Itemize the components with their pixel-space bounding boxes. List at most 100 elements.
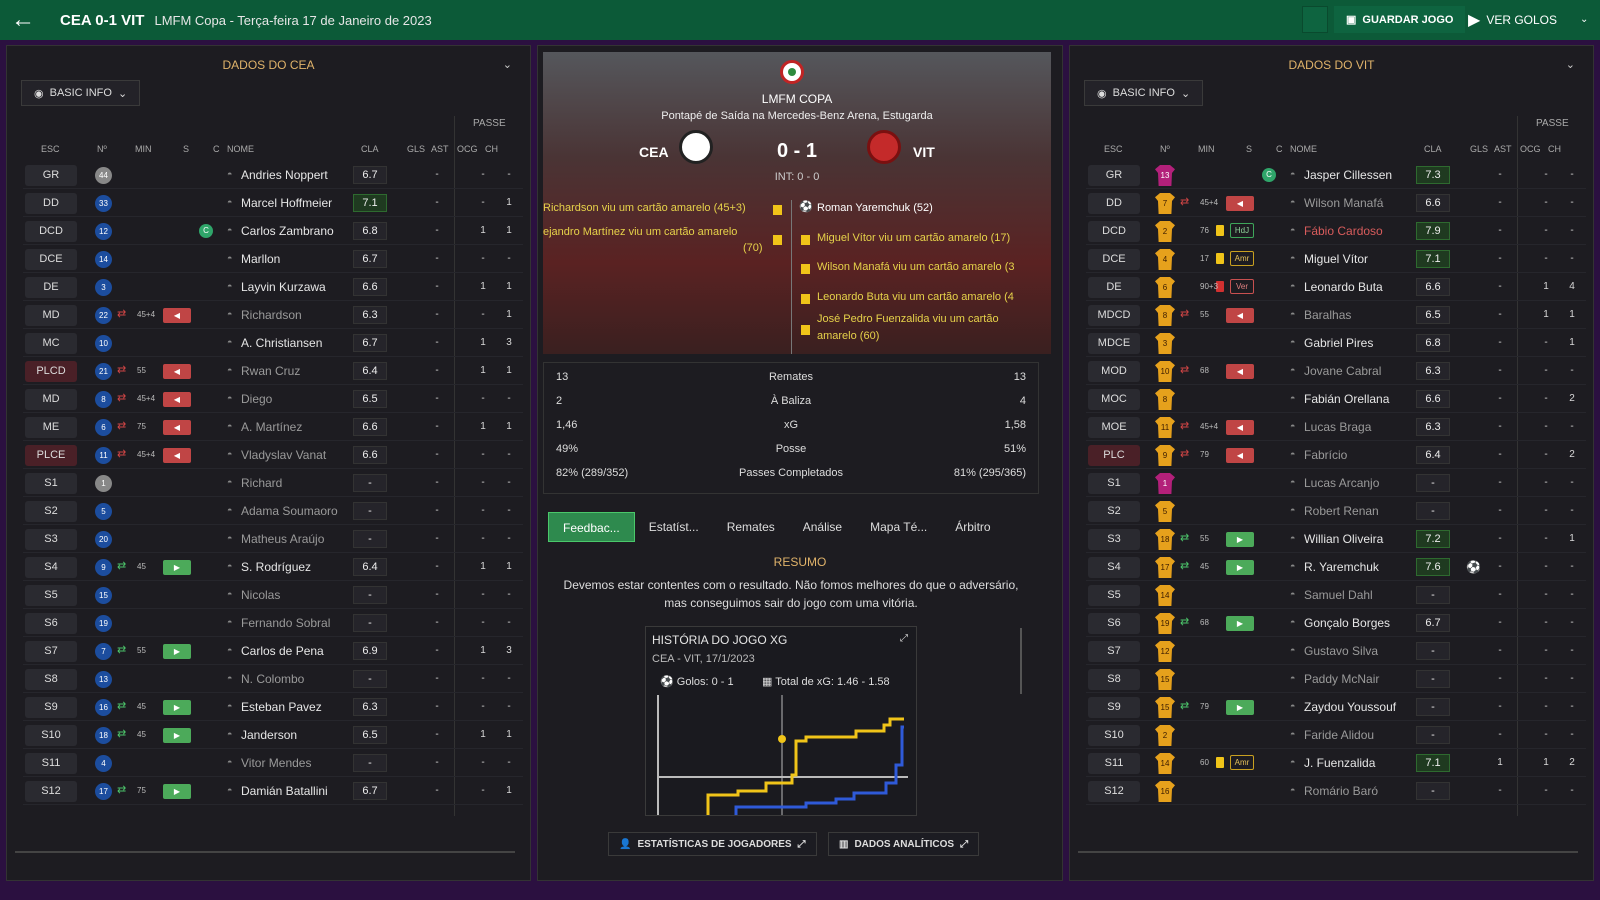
player-name[interactable]: Carlos Zambrano xyxy=(241,224,334,238)
save-game-button[interactable]: ▣ GUARDAR JOGO xyxy=(1334,6,1466,33)
player-name[interactable]: Willian Oliveira xyxy=(1304,532,1383,546)
col-nome[interactable]: NOME xyxy=(227,144,254,154)
player-name[interactable]: Nicolas xyxy=(241,588,280,602)
player-row[interactable]: S12 17 ⇄ 75 ▶ ◓ Damián Batallini 6.7 - - 1 xyxy=(23,777,523,805)
col-c[interactable]: C xyxy=(1276,144,1283,154)
player-name[interactable]: Gustavo Silva xyxy=(1304,644,1378,658)
player-name[interactable]: Fernando Sobral xyxy=(241,616,330,630)
player-name[interactable]: Matheus Araújo xyxy=(241,532,324,546)
player-row[interactable]: PLC 9 ⇄ 79 ◀ ◓ Fabrício 6.4 - - 2 xyxy=(1086,441,1586,469)
player-row[interactable]: S8 15 ◓ Paddy McNair - - - - xyxy=(1086,665,1586,693)
player-row[interactable]: S1 1 ◓ Richard - - - - xyxy=(23,469,523,497)
player-name[interactable]: Fabrício xyxy=(1304,448,1347,462)
sub-out-icon[interactable]: ◀ xyxy=(1226,308,1254,323)
player-name[interactable]: Fabián Orellana xyxy=(1304,392,1389,406)
player-row[interactable]: DE 3 ◓ Layvin Kurzawa 6.6 - 1 1 xyxy=(23,273,523,301)
player-row[interactable]: DD 33 ◓ Marcel Hoffmeier 7.1 - - 1 xyxy=(23,189,523,217)
player-row[interactable]: PLCD 21 ⇄ 55 ◀ ◓ Rwan Cruz 6.4 - 1 1 xyxy=(23,357,523,385)
tab-remates[interactable]: Remates xyxy=(713,512,789,542)
player-row[interactable]: S1 1 ◓ Lucas Arcanjo - - - - xyxy=(1086,469,1586,497)
player-row[interactable]: S2 5 ◓ Robert Renan - - - - xyxy=(1086,497,1586,525)
player-name[interactable]: Andries Noppert xyxy=(241,168,328,182)
player-name[interactable]: A. Christiansen xyxy=(241,336,322,350)
player-row[interactable]: S3 20 ◓ Matheus Araújo - - - - xyxy=(23,525,523,553)
col-ast[interactable]: AST xyxy=(1494,144,1512,154)
sub-in-icon[interactable]: ▶ xyxy=(1226,532,1254,547)
player-name[interactable]: Esteban Pavez xyxy=(241,700,322,714)
player-row[interactable]: S2 5 ◓ Adama Soumaoro - - - - xyxy=(23,497,523,525)
player-name[interactable]: Vladyslav Vanat xyxy=(241,448,326,462)
away-badge-icon[interactable] xyxy=(867,130,901,164)
player-name[interactable]: Robert Renan xyxy=(1304,504,1379,518)
col-cla[interactable]: CLA xyxy=(361,144,379,154)
player-row[interactable]: DCD 12 C ◓ Carlos Zambrano 6.8 - 1 1 xyxy=(23,217,523,245)
player-name[interactable]: Layvin Kurzawa xyxy=(241,280,326,294)
basic-info-dropdown[interactable]: ◉ BASIC INFO ⌄ xyxy=(21,80,141,106)
player-name[interactable]: Zaydou Youssouf xyxy=(1304,700,1396,714)
player-name[interactable]: Diego xyxy=(241,392,272,406)
player-name[interactable]: Marcel Hoffmeier xyxy=(241,196,332,210)
sub-in-icon[interactable]: ▶ xyxy=(163,700,191,715)
player-name[interactable]: Faride Alidou xyxy=(1304,728,1374,742)
col-nome[interactable]: NOME xyxy=(1290,144,1317,154)
player-row[interactable]: DCE 14 ◓ Marllon 6.7 - - - xyxy=(23,245,523,273)
player-row[interactable]: S9 15 ⇄ 79 ▶ ◓ Zaydou Youssouf - - - - xyxy=(1086,693,1586,721)
player-row[interactable]: S12 16 ◓ Romário Baró - - - - xyxy=(1086,777,1586,805)
player-name[interactable]: Leonardo Buta xyxy=(1304,280,1383,294)
sub-out-icon[interactable]: ◀ xyxy=(1226,196,1254,211)
player-stats-button[interactable]: 👤 ESTATÍSTICAS DE JOGADORES ⤢ xyxy=(608,832,817,856)
col-num[interactable]: Nº xyxy=(1160,144,1170,154)
player-row[interactable]: S5 14 ◓ Samuel Dahl - - - - xyxy=(1086,581,1586,609)
expand-icon[interactable]: ⤢ xyxy=(900,633,908,644)
player-row[interactable]: DCD 2 76 HdJ ◓ Fábio Cardoso 7.9 - - - xyxy=(1086,217,1586,245)
player-name[interactable]: Samuel Dahl xyxy=(1304,588,1373,602)
player-row[interactable]: S7 7 ⇄ 55 ▶ ◓ Carlos de Pena 6.9 - 1 3 xyxy=(23,637,523,665)
player-name[interactable]: Miguel Vítor xyxy=(1304,252,1368,266)
sub-out-icon[interactable]: ◀ xyxy=(163,392,191,407)
player-row[interactable]: DCE 4 17 Amr ◓ Miguel Vítor 7.1 - - - xyxy=(1086,245,1586,273)
col-gls[interactable]: GLS xyxy=(407,144,425,154)
toolbar-square-button[interactable] xyxy=(1302,6,1328,33)
player-row[interactable]: S3 18 ⇄ 55 ▶ ◓ Willian Oliveira 7.2 - - 1 xyxy=(1086,525,1586,553)
player-name[interactable]: Lucas Arcanjo xyxy=(1304,476,1379,490)
player-name[interactable]: A. Martínez xyxy=(241,420,302,434)
sub-in-icon[interactable]: ▶ xyxy=(1226,560,1254,575)
tab-feedback[interactable]: Feedbac... xyxy=(548,512,635,542)
player-row[interactable]: ME 6 ⇄ 75 ◀ ◓ A. Martínez 6.6 - 1 1 xyxy=(23,413,523,441)
col-cla[interactable]: CLA xyxy=(1424,144,1442,154)
player-row[interactable]: MDCD 8 ⇄ 55 ◀ ◓ Baralhas 6.5 - 1 1 xyxy=(1086,301,1586,329)
goal-marker[interactable] xyxy=(778,735,786,743)
player-row[interactable]: S5 15 ◓ Nicolas - - - - xyxy=(23,581,523,609)
player-name[interactable]: Lucas Braga xyxy=(1304,420,1371,434)
sub-out-icon[interactable]: ◀ xyxy=(163,364,191,379)
player-row[interactable]: S9 16 ⇄ 45 ▶ ◓ Esteban Pavez 6.3 - - - xyxy=(23,693,523,721)
player-name[interactable]: Damián Batallini xyxy=(241,784,328,798)
sub-in-icon[interactable]: ▶ xyxy=(1226,700,1254,715)
player-row[interactable]: S8 13 ◓ N. Colombo - - - - xyxy=(23,665,523,693)
player-name[interactable]: Gabriel Pires xyxy=(1304,336,1373,350)
player-row[interactable]: S11 14 60 Amr ◓ J. Fuenzalida 7.1 1 1 2 xyxy=(1086,749,1586,777)
chevron-down-icon[interactable]: ⌄ xyxy=(503,58,512,71)
player-row[interactable]: DD 7 ⇄ 45+4 ◀ ◓ Wilson Manafá 6.6 - - - xyxy=(1086,189,1586,217)
analytics-button[interactable]: ▥ DADOS ANALÍTICOS ⤢ xyxy=(828,832,980,856)
chevron-down-icon[interactable]: ⌄ xyxy=(1566,58,1575,71)
sub-in-icon[interactable]: ▶ xyxy=(163,728,191,743)
basic-info-dropdown[interactable]: ◉ BASIC INFO ⌄ xyxy=(1084,80,1204,106)
tab-analise[interactable]: Análise xyxy=(789,512,856,542)
player-row[interactable]: S4 17 ⇄ 45 ▶ ◓ R. Yaremchuk 7.6 ⚽ - - - xyxy=(1086,553,1586,581)
sub-in-icon[interactable]: ▶ xyxy=(163,784,191,799)
player-name[interactable]: Jovane Cabral xyxy=(1304,364,1381,378)
scroll-track[interactable] xyxy=(15,851,515,853)
scroll-track[interactable] xyxy=(1078,851,1578,853)
player-row[interactable]: GR 44 ◓ Andries Noppert 6.7 - - - xyxy=(23,161,523,189)
player-row[interactable]: DE 6 90+3 Ver ◓ Leonardo Buta 6.6 - 1 4 xyxy=(1086,273,1586,301)
player-name[interactable]: Carlos de Pena xyxy=(241,644,324,658)
sub-in-icon[interactable]: ▶ xyxy=(1226,616,1254,631)
player-row[interactable]: MC 10 ◓ A. Christiansen 6.7 - 1 3 xyxy=(23,329,523,357)
player-name[interactable]: Vitor Mendes xyxy=(241,756,311,770)
player-row[interactable]: S4 9 ⇄ 45 ▶ ◓ S. Rodríguez 6.4 - 1 1 xyxy=(23,553,523,581)
col-ogc[interactable]: OCG xyxy=(1520,144,1541,154)
player-name[interactable]: S. Rodríguez xyxy=(241,560,311,574)
player-name[interactable]: Fábio Cardoso xyxy=(1304,224,1383,238)
col-c[interactable]: C xyxy=(213,144,220,154)
